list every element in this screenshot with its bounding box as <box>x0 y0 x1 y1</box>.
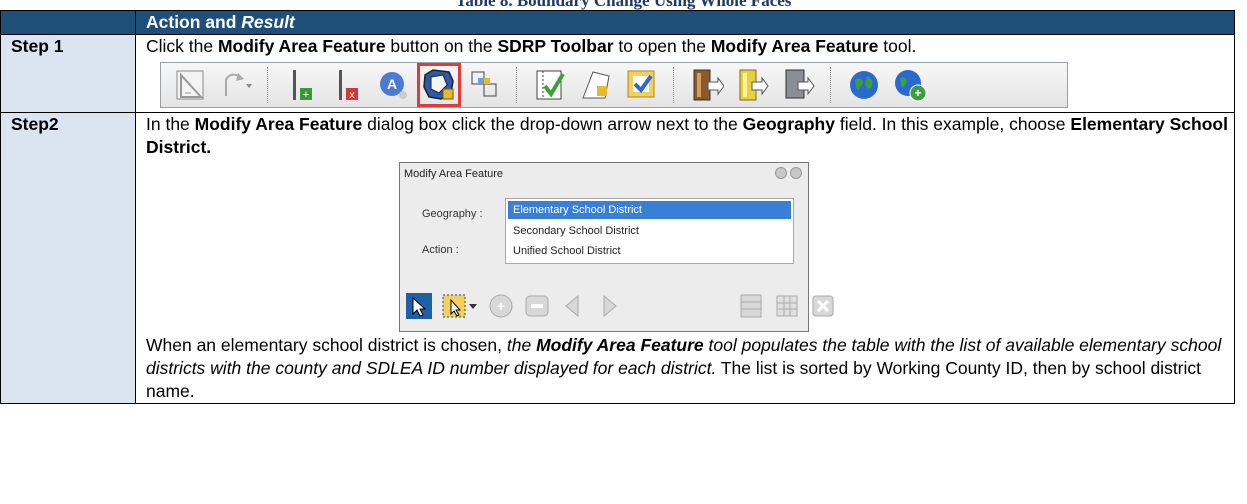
modify-area-feature-dialog: Modify Area Feature Geography : Action :… <box>399 162 834 332</box>
dropdown-option[interactable]: Secondary School District <box>506 221 793 241</box>
step1-row: Step 1 Click the Modify Area Feature but… <box>0 34 1235 113</box>
validate-icon[interactable] <box>530 65 570 105</box>
ruler-icon[interactable] <box>170 65 210 105</box>
header-action-result: Action and Result <box>135 10 1235 35</box>
step2-content: In the Modify Area Feature dialog box cl… <box>135 112 1235 404</box>
header-empty-cell <box>0 10 136 35</box>
svg-text:+: + <box>497 298 505 314</box>
add-icon[interactable]: + <box>486 291 516 321</box>
transfer-icon[interactable] <box>779 65 819 105</box>
table-icon[interactable] <box>736 291 766 321</box>
toolbar-separator <box>830 67 833 103</box>
add-line-icon[interactable]: + <box>281 65 321 105</box>
remove-icon[interactable] <box>522 291 552 321</box>
edit-shape-icon[interactable] <box>576 65 616 105</box>
instruction-table: Action and Result Step 1 Click the Modif… <box>0 10 1235 404</box>
rotate-icon[interactable] <box>216 65 256 105</box>
export-icon[interactable] <box>687 65 727 105</box>
add-globe-icon[interactable]: + <box>890 65 930 105</box>
dialog-toolbar: + <box>404 291 838 321</box>
step2-label: Step2 <box>0 112 136 404</box>
review-icon[interactable] <box>622 65 662 105</box>
float-icon[interactable] <box>775 167 787 179</box>
step2-result-text: When an elementary school district is ch… <box>146 335 1222 401</box>
toolbar-separator <box>267 67 270 103</box>
svg-text:+: + <box>914 86 921 100</box>
step1-label: Step 1 <box>0 34 136 113</box>
globe-icon[interactable] <box>844 65 884 105</box>
step2-row: Step2 In the Modify Area Feature dialog … <box>0 112 1235 404</box>
modify-area-feature-icon[interactable] <box>417 63 461 107</box>
close-icon[interactable] <box>790 167 802 179</box>
cancel-icon[interactable] <box>808 291 838 321</box>
select-rectangle-icon[interactable] <box>440 291 480 321</box>
step2-text: In the Modify Area Feature dialog box cl… <box>146 114 1228 157</box>
step1-content: Click the Modify Area Feature button on … <box>135 34 1235 113</box>
grid-icon[interactable] <box>772 291 802 321</box>
step1-text: Click the Modify Area Feature button on … <box>146 36 917 56</box>
previous-icon[interactable] <box>558 291 588 321</box>
dropdown-option[interactable]: Elementary School District <box>508 201 791 219</box>
svg-text:x: x <box>350 90 355 101</box>
dialog-window-controls <box>775 167 802 179</box>
split-icon[interactable] <box>465 65 505 105</box>
select-feature-icon[interactable] <box>404 291 434 321</box>
toolbar-separator <box>673 67 676 103</box>
import-icon[interactable] <box>733 65 773 105</box>
dialog-title: Modify Area Feature <box>404 168 504 180</box>
geography-label: Geography : <box>422 208 483 220</box>
delete-line-icon[interactable]: x <box>327 65 367 105</box>
text-label-icon[interactable]: A <box>373 65 413 105</box>
action-label: Action : <box>422 244 459 256</box>
table-header-row: Action and Result <box>0 10 1235 35</box>
toolbar-separator <box>516 67 519 103</box>
next-icon[interactable] <box>594 291 624 321</box>
svg-text:A: A <box>387 76 397 92</box>
svg-text:+: + <box>303 89 309 101</box>
geography-dropdown-list[interactable]: Elementary School District Secondary Sch… <box>505 198 794 264</box>
dropdown-option[interactable]: Unified School District <box>506 241 793 261</box>
sdrp-toolbar: + x A + <box>160 62 1068 108</box>
